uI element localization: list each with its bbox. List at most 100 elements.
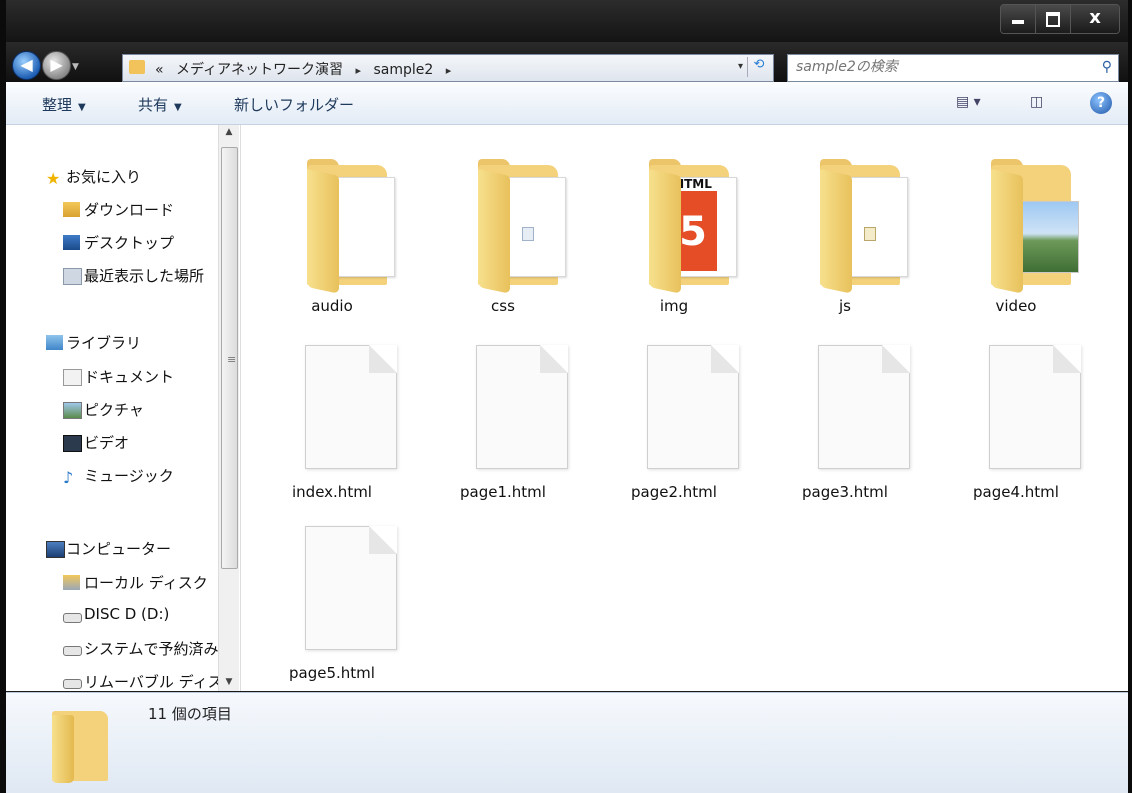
file-item-page3[interactable]: page3.html: [780, 341, 910, 511]
nav-label: ローカル ディスク: [84, 574, 208, 592]
folder-item-css[interactable]: css: [438, 155, 568, 325]
folder-front: [478, 169, 510, 294]
scroll-thumb[interactable]: ≡: [221, 147, 238, 569]
local-disk-icon: [63, 575, 80, 590]
share-label: 共有: [138, 96, 169, 114]
nav-removable-disk[interactable]: リムーバブル ディスク: [6, 670, 218, 691]
star-icon: ★: [46, 169, 61, 188]
help-icon[interactable]: ?: [1090, 92, 1112, 114]
drive-icon: [63, 613, 82, 623]
search-icon[interactable]: ⚲: [1102, 59, 1112, 75]
drive-icon: [63, 646, 82, 656]
file-item-page2[interactable]: page2.html: [609, 341, 739, 511]
item-label: page4.html: [973, 483, 1059, 501]
file-item-page1[interactable]: page1.html: [438, 341, 568, 511]
nav-label: DISC D (D:): [84, 605, 170, 623]
folder-front: [649, 169, 681, 294]
nav-local-disk[interactable]: ローカル ディスク: [6, 571, 218, 595]
nav-system-reserved[interactable]: システムで予約済み: [6, 637, 218, 661]
scroll-up-icon[interactable]: ▲: [219, 127, 239, 137]
css-file-icon: [522, 227, 534, 241]
breadcrumb-item[interactable]: メディアネットワーク演習: [176, 62, 343, 78]
file-item-page4[interactable]: page4.html: [951, 341, 1081, 511]
back-arrow-icon: ◀: [20, 55, 33, 74]
close-button[interactable]: x: [1071, 5, 1119, 33]
nav-label: ピクチャ: [84, 401, 144, 419]
folder-front: [820, 169, 852, 294]
nav-label: コンピューター: [66, 540, 172, 558]
nav-label: 最近表示した場所: [84, 267, 205, 285]
item-label: js: [839, 297, 851, 315]
doc-corner: [711, 345, 739, 373]
forward-button[interactable]: ▶: [42, 51, 71, 80]
address-bar[interactable]: « メディアネットワーク演習 ▸ sample2 ▸ ▾ ⟲: [122, 54, 774, 82]
html-file-icon: [476, 345, 568, 469]
command-bar: 整理 ▼ 共有 ▼ 新しいフォルダー ▤ ▾ ◫ ?: [6, 82, 1128, 125]
preview-pane-button[interactable]: ◫: [1030, 94, 1043, 110]
refresh-icon[interactable]: ⟲: [747, 57, 770, 77]
details-pane: 11 個の項目: [6, 692, 1128, 793]
folder-front: [52, 715, 74, 783]
folder-item-img[interactable]: HTML 5 img: [609, 155, 739, 325]
back-button[interactable]: ◀: [12, 51, 41, 80]
folder-item-js[interactable]: js: [780, 155, 910, 325]
file-item-page5[interactable]: page5.html: [267, 522, 397, 692]
html-file-icon: [305, 345, 397, 469]
recent-places-icon: [63, 268, 82, 285]
breadcrumb-overflow[interactable]: «: [155, 62, 164, 78]
new-folder-button[interactable]: 新しいフォルダー: [234, 94, 354, 115]
folder-item-audio[interactable]: audio: [267, 155, 397, 325]
folder-front: [991, 169, 1023, 294]
new-folder-label: 新しいフォルダー: [234, 96, 355, 114]
nav-label: ライブラリ: [66, 334, 142, 352]
file-item-index[interactable]: index.html: [267, 341, 397, 511]
folder-icon: [52, 705, 108, 783]
address-dropdown-icon[interactable]: ▾: [738, 61, 743, 72]
title-bar[interactable]: x: [6, 0, 1128, 42]
js-file-icon: [864, 227, 876, 241]
item-label: page2.html: [631, 483, 717, 501]
breadcrumb-separator-icon[interactable]: ▸: [356, 64, 362, 77]
computer-icon: [46, 541, 65, 558]
grip-icon: ≡: [227, 353, 237, 366]
nav-label: リムーバブル ディスク: [84, 673, 218, 691]
recent-pages-dropdown-icon[interactable]: ▼: [72, 62, 79, 72]
doc-corner: [882, 345, 910, 373]
nav-label: ダウンロード: [84, 201, 175, 219]
organize-label: 整理: [42, 96, 73, 114]
libraries-icon: [46, 335, 63, 350]
folder-item-video[interactable]: video: [951, 155, 1081, 325]
address-row: ◀ ▶ ▼ « メディアネットワーク演習 ▸ sample2 ▸ ▾ ⟲ ⚲: [6, 42, 1128, 82]
maximize-icon: [1046, 12, 1060, 27]
pictures-icon: [63, 402, 82, 419]
removable-drive-icon: [63, 679, 82, 689]
window-controls: x: [1000, 4, 1120, 34]
html-file-icon: [305, 526, 397, 650]
maximize-button[interactable]: [1036, 5, 1071, 33]
organize-menu[interactable]: 整理 ▼: [42, 94, 86, 115]
music-note-icon: ♪: [63, 468, 74, 487]
change-view-button[interactable]: ▤ ▾: [956, 94, 981, 110]
search-input[interactable]: [794, 58, 1078, 76]
forward-arrow-icon: ▶: [50, 55, 63, 74]
doc-corner: [369, 526, 397, 554]
nav-label: お気に入り: [66, 168, 142, 186]
scroll-down-icon[interactable]: ▼: [219, 677, 239, 687]
nav-label: システムで予約済み: [84, 640, 218, 658]
html-file-icon: [647, 345, 739, 469]
share-menu[interactable]: 共有 ▼: [138, 94, 182, 115]
item-label: page5.html: [289, 664, 375, 682]
nav-label: ミュージック: [84, 467, 174, 485]
chevron-down-icon: ▼: [174, 102, 182, 113]
nav-scrollbar[interactable]: ▲ ≡ ▼: [218, 125, 239, 691]
item-label: img: [659, 297, 689, 315]
breadcrumb-item[interactable]: sample2: [374, 62, 434, 78]
nav-recent-places[interactable]: 最近表示した場所: [6, 264, 218, 288]
downloads-folder-icon: [63, 202, 80, 217]
item-label: css: [491, 297, 515, 315]
breadcrumb-separator-icon[interactable]: ▸: [446, 64, 452, 77]
nav-label: ビデオ: [84, 434, 130, 452]
file-list: audio css HTML 5 img js video index.html…: [241, 125, 1128, 691]
folder-front: [307, 169, 339, 294]
minimize-button[interactable]: [1001, 5, 1036, 33]
